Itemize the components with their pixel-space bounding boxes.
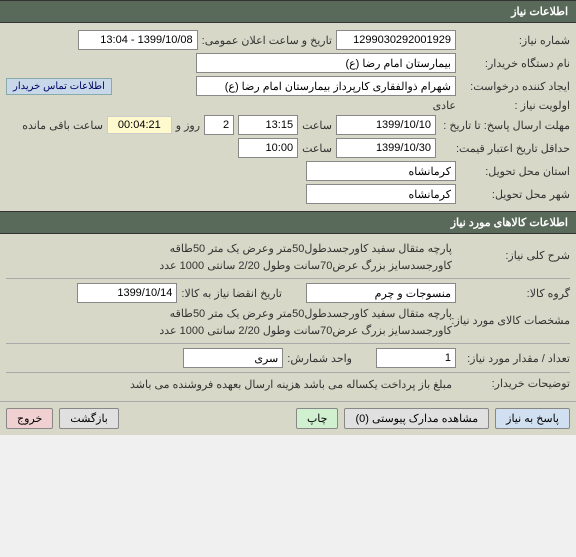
goods-info-body: شرح کلی نیاز: پارچه متقال سفید کاورجسدطو…: [0, 234, 576, 401]
label-time-1: ساعت: [302, 119, 332, 132]
label-general-desc: شرح کلی نیاز:: [460, 241, 570, 262]
value-general-desc: پارچه متقال سفید کاورجسدطول50متر وعرض یک…: [159, 241, 456, 274]
spec-line-2: کاورجسدسایز بزرگ عرض70سانت وطول 2/20 سان…: [159, 323, 452, 340]
separator-2: [6, 343, 570, 344]
goods-info-header: اطلاعات کالاهای مورد نیاز: [0, 211, 576, 234]
value-buyer-notes: مبلغ باز پرداخت یکساله می باشد هزینه ارس…: [130, 377, 456, 394]
row-qty: تعداد / مقدار مورد نیاز: واحد شمارش:: [6, 348, 570, 368]
row-goods-group: گروه کالا: تاریخ انقضا نیاز به کالا:: [6, 283, 570, 303]
row-general-desc: شرح کلی نیاز: پارچه متقال سفید کاورجسدطو…: [6, 241, 570, 274]
desc-line-2: کاورجسدسایز بزرگ عرض70سانت وطول 2/20 سان…: [159, 258, 452, 275]
label-unit: واحد شمارش:: [287, 352, 352, 365]
label-priority: اولویت نیاز :: [460, 99, 570, 112]
label-announce-datetime: تاریخ و ساعت اعلان عمومی:: [202, 34, 332, 47]
row-creator: ایجاد کننده درخواست: اطلاعات تماس خریدار: [6, 76, 570, 96]
label-creator: ایجاد کننده درخواست:: [460, 80, 570, 93]
field-price-validity-time[interactable]: [238, 138, 298, 158]
row-province: استان محل تحویل:: [6, 161, 570, 181]
separator-1: [6, 278, 570, 279]
label-days-and: روز و: [176, 119, 200, 132]
field-days-left[interactable]: [204, 115, 234, 135]
value-priority: عادی: [433, 99, 456, 112]
buyer-contact-link[interactable]: اطلاعات تماس خریدار: [6, 78, 112, 95]
attachments-button[interactable]: مشاهده مدارک پیوستی (0): [344, 408, 489, 429]
row-deadline: مهلت ارسال پاسخ: تا تاریخ : ساعت روز و 0…: [6, 115, 570, 135]
label-org-name: نام دستگاه خریدار:: [460, 57, 570, 70]
label-expire-date: تاریخ انقضا نیاز به کالا:: [181, 287, 282, 300]
field-need-number[interactable]: [336, 30, 456, 50]
label-goods-group: گروه کالا:: [460, 287, 570, 300]
label-province: استان محل تحویل:: [460, 165, 570, 178]
row-priority: اولویت نیاز : عادی: [6, 99, 570, 112]
need-info-body: شماره نیاز: تاریخ و ساعت اعلان عمومی: نا…: [0, 23, 576, 211]
label-goods-spec: مشخصات کالای مورد نیاز:: [460, 306, 570, 327]
field-qty[interactable]: [376, 348, 456, 368]
print-button[interactable]: چاپ: [296, 408, 339, 429]
label-city: شهر محل تحویل:: [460, 188, 570, 201]
label-deadline: مهلت ارسال پاسخ: تا تاریخ :: [440, 119, 570, 132]
spec-line-1: پارچه متقال سفید کاورجسدطول50متر وعرض یک…: [159, 306, 452, 323]
label-time-2: ساعت: [302, 142, 332, 155]
respond-button[interactable]: پاسخ به نیاز: [495, 408, 570, 429]
label-remaining: ساعت باقی مانده: [22, 119, 103, 132]
row-price-validity: حداقل تاریخ اعتبار قیمت: ساعت: [6, 138, 570, 158]
countdown-timer: 00:04:21: [107, 116, 172, 134]
field-province[interactable]: [306, 161, 456, 181]
button-bar: پاسخ به نیاز مشاهده مدارک پیوستی (0) چاپ…: [0, 401, 576, 435]
field-deadline-date[interactable]: [336, 115, 436, 135]
row-buyer-notes: توضیحات خریدار: مبلغ باز پرداخت یکساله م…: [6, 377, 570, 394]
goods-info-title: اطلاعات کالاهای مورد نیاز: [451, 217, 568, 229]
exit-button[interactable]: خروج: [6, 408, 53, 429]
field-expire-date[interactable]: [77, 283, 177, 303]
field-deadline-time[interactable]: [238, 115, 298, 135]
separator-3: [6, 372, 570, 373]
field-price-validity-date[interactable]: [336, 138, 436, 158]
row-org-name: نام دستگاه خریدار:: [6, 53, 570, 73]
value-goods-spec: پارچه متقال سفید کاورجسدطول50متر وعرض یک…: [159, 306, 456, 339]
field-goods-group[interactable]: [306, 283, 456, 303]
desc-line-1: پارچه متقال سفید کاورجسدطول50متر وعرض یک…: [159, 241, 452, 258]
row-city: شهر محل تحویل:: [6, 184, 570, 204]
field-announce-datetime[interactable]: [78, 30, 198, 50]
label-buyer-notes: توضیحات خریدار:: [460, 377, 570, 390]
label-qty: تعداد / مقدار مورد نیاز:: [460, 352, 570, 365]
need-info-header: اطلاعات نیاز: [0, 0, 576, 23]
field-city[interactable]: [306, 184, 456, 204]
field-creator[interactable]: [196, 76, 456, 96]
need-info-title: اطلاعات نیاز: [511, 6, 568, 18]
label-need-number: شماره نیاز:: [460, 34, 570, 47]
row-goods-spec: مشخصات کالای مورد نیاز: پارچه متقال سفید…: [6, 306, 570, 339]
label-price-validity: حداقل تاریخ اعتبار قیمت:: [440, 142, 570, 155]
back-button[interactable]: بازگشت: [59, 408, 119, 429]
field-org-name[interactable]: [196, 53, 456, 73]
field-unit[interactable]: [183, 348, 283, 368]
row-need-number: شماره نیاز: تاریخ و ساعت اعلان عمومی:: [6, 30, 570, 50]
